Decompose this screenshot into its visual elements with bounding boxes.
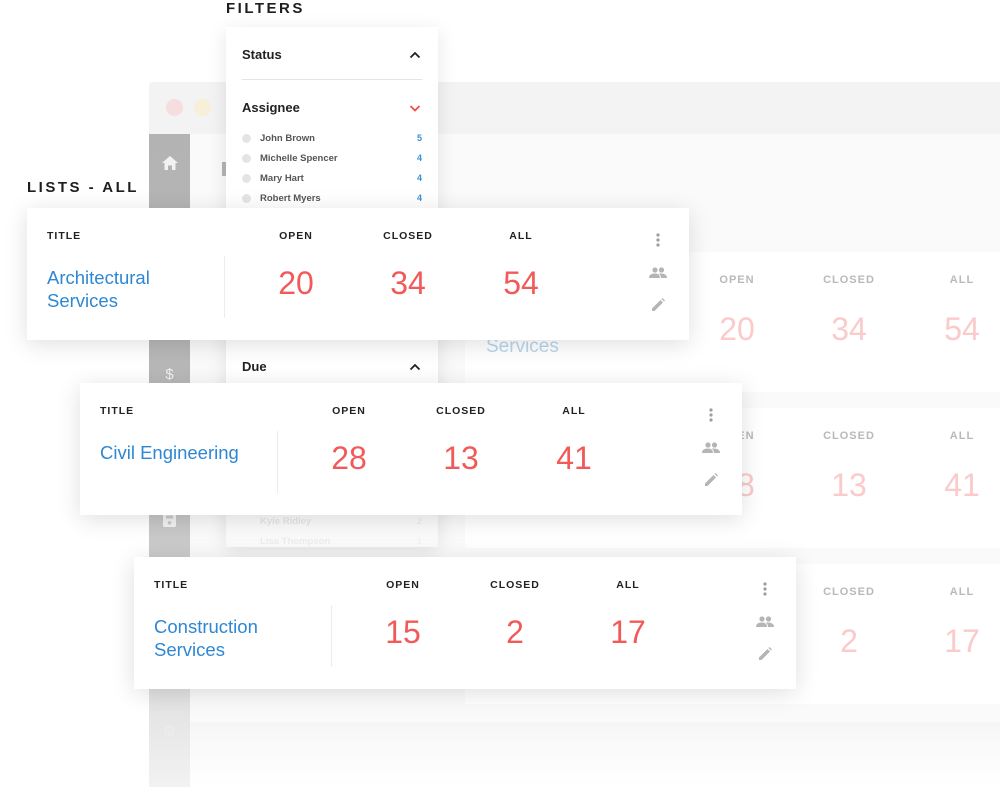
value-closed: 2 <box>506 614 524 650</box>
bg-col-all: ALL <box>949 274 975 286</box>
window-minimize-dot[interactable] <box>194 99 211 116</box>
list-title-link[interactable]: Civil Engineering <box>100 441 270 464</box>
column-divider <box>331 605 332 667</box>
value-closed: 34 <box>390 265 426 301</box>
row-actions <box>700 405 722 501</box>
bg-col-closed: CLOSED <box>823 430 875 442</box>
assignee-option[interactable]: Lisa Thompson 1 <box>242 533 422 549</box>
bg-col-closed: CLOSED <box>823 586 875 598</box>
assignee-count: 5 <box>416 133 422 143</box>
assignee-count: 2 <box>416 516 422 526</box>
filter-divider <box>242 79 422 80</box>
bg-value-open: 20 <box>719 311 755 347</box>
edit-icon[interactable] <box>647 294 669 316</box>
assignee-name: Michelle Spencer <box>260 152 338 164</box>
value-all: 41 <box>556 440 592 476</box>
filter-status-header[interactable]: Status <box>242 47 422 62</box>
background-fade <box>190 722 1000 787</box>
column-header-open: OPEN <box>386 579 420 591</box>
bg-col-all: ALL <box>949 586 975 598</box>
list-title-link[interactable]: Architectural Services <box>47 266 217 312</box>
column-header-open: OPEN <box>279 230 313 242</box>
radio-button[interactable] <box>242 153 251 163</box>
column-header-title: TITLE <box>100 405 135 417</box>
column-header-all: ALL <box>509 230 533 242</box>
filter-due-label: Due <box>242 359 267 374</box>
assignee-name: John Brown <box>260 132 315 144</box>
chevron-up-icon[interactable] <box>408 48 422 62</box>
assignee-option[interactable]: Mary Hart 4 <box>242 170 422 186</box>
bg-col-closed: CLOSED <box>823 274 875 286</box>
chevron-up-icon[interactable] <box>408 360 422 374</box>
bg-value-closed: 13 <box>831 467 867 503</box>
list-card: TITLE Construction Services OPEN 15 CLOSE… <box>134 557 796 689</box>
column-header-closed: CLOSED <box>436 405 486 417</box>
bg-value-all: 41 <box>944 467 980 503</box>
home-icon[interactable] <box>149 156 190 174</box>
filter-assignee-label: Assignee <box>242 100 300 115</box>
bg-value-closed: 34 <box>831 311 867 347</box>
list-card: TITLE Civil Engineering OPEN 28 CLOSED 13 … <box>80 383 742 515</box>
gear-icon[interactable]: ⚙ <box>149 722 190 740</box>
column-header-title: TITLE <box>154 579 189 591</box>
lists-heading: LISTS - ALL <box>27 179 139 196</box>
value-all: 17 <box>610 614 646 650</box>
column-divider <box>224 256 225 318</box>
dollar-icon[interactable]: $ <box>149 366 190 383</box>
value-open: 28 <box>331 440 367 476</box>
people-icon[interactable] <box>754 611 776 633</box>
assignee-name: Robert Myers <box>260 192 321 204</box>
column-header-all: ALL <box>562 405 586 417</box>
assignee-option[interactable]: Robert Myers 4 <box>242 190 422 206</box>
column-header-open: OPEN <box>332 405 366 417</box>
chevron-down-icon[interactable] <box>408 101 422 115</box>
value-all: 54 <box>503 265 539 301</box>
assignee-count: 4 <box>416 193 422 203</box>
bg-value-closed: 2 <box>840 623 858 659</box>
column-header-closed: CLOSED <box>383 230 433 242</box>
more-vert-icon[interactable] <box>754 579 776 601</box>
more-vert-icon[interactable] <box>700 405 722 427</box>
row-actions <box>647 230 669 326</box>
list-card: TITLE Architectural Services OPEN 20 CLOS… <box>27 208 689 340</box>
column-divider <box>277 431 278 493</box>
assignee-name: Kyle Ridley <box>260 515 312 527</box>
column-header-all: ALL <box>616 579 640 591</box>
filter-due-header[interactable]: Due <box>242 359 422 374</box>
bg-value-all: 54 <box>944 311 980 347</box>
radio-button[interactable] <box>242 133 251 143</box>
value-open: 15 <box>385 614 421 650</box>
assignee-option[interactable]: Kyle Ridley 2 <box>242 513 422 529</box>
row-actions <box>754 579 776 675</box>
bg-col-open: OPEN <box>719 274 755 286</box>
assignee-count: 4 <box>416 173 422 183</box>
filter-assignee-header[interactable]: Assignee <box>242 100 422 115</box>
people-icon[interactable] <box>647 262 669 284</box>
edit-icon[interactable] <box>700 469 722 491</box>
assignee-count: 1 <box>416 536 422 546</box>
assignee-name: Mary Hart <box>260 172 304 184</box>
people-icon[interactable] <box>700 437 722 459</box>
value-open: 20 <box>278 265 314 301</box>
radio-button[interactable] <box>242 173 251 183</box>
list-title-link[interactable]: Construction Services <box>154 615 324 661</box>
window-close-dot[interactable] <box>166 99 183 116</box>
filter-status-label: Status <box>242 47 282 62</box>
value-closed: 13 <box>443 440 479 476</box>
bg-col-all: ALL <box>949 430 975 442</box>
column-header-closed: CLOSED <box>490 579 540 591</box>
save-icon[interactable] <box>149 514 190 531</box>
assignee-option[interactable]: Michelle Spencer 4 <box>242 150 422 166</box>
filters-heading: FILTERS <box>226 0 305 17</box>
radio-button[interactable] <box>242 193 251 203</box>
assignee-count: 4 <box>416 153 422 163</box>
bg-value-all: 17 <box>944 623 980 659</box>
column-header-title: TITLE <box>47 230 82 242</box>
assignee-name: Lisa Thompson <box>260 535 331 547</box>
assignee-option[interactable]: John Brown 5 <box>242 130 422 146</box>
more-vert-icon[interactable] <box>647 230 669 252</box>
edit-icon[interactable] <box>754 643 776 665</box>
